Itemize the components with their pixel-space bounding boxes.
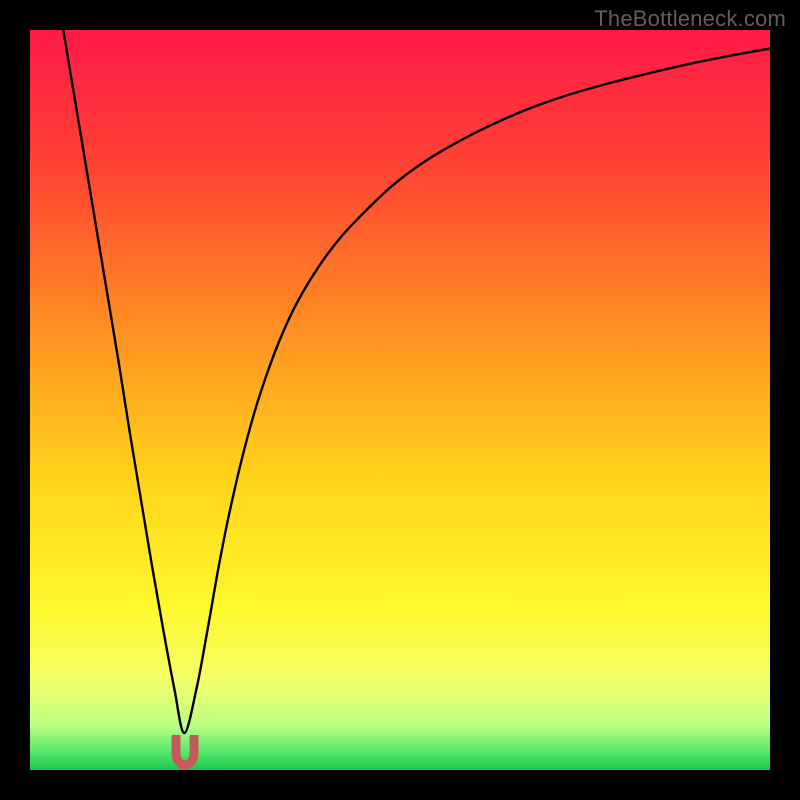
plot-area [30,30,770,770]
chart-frame: TheBottleneck.com [0,0,800,800]
bottleneck-curve [63,30,770,733]
curve-layer [30,30,770,770]
watermark-text: TheBottleneck.com [594,6,786,32]
